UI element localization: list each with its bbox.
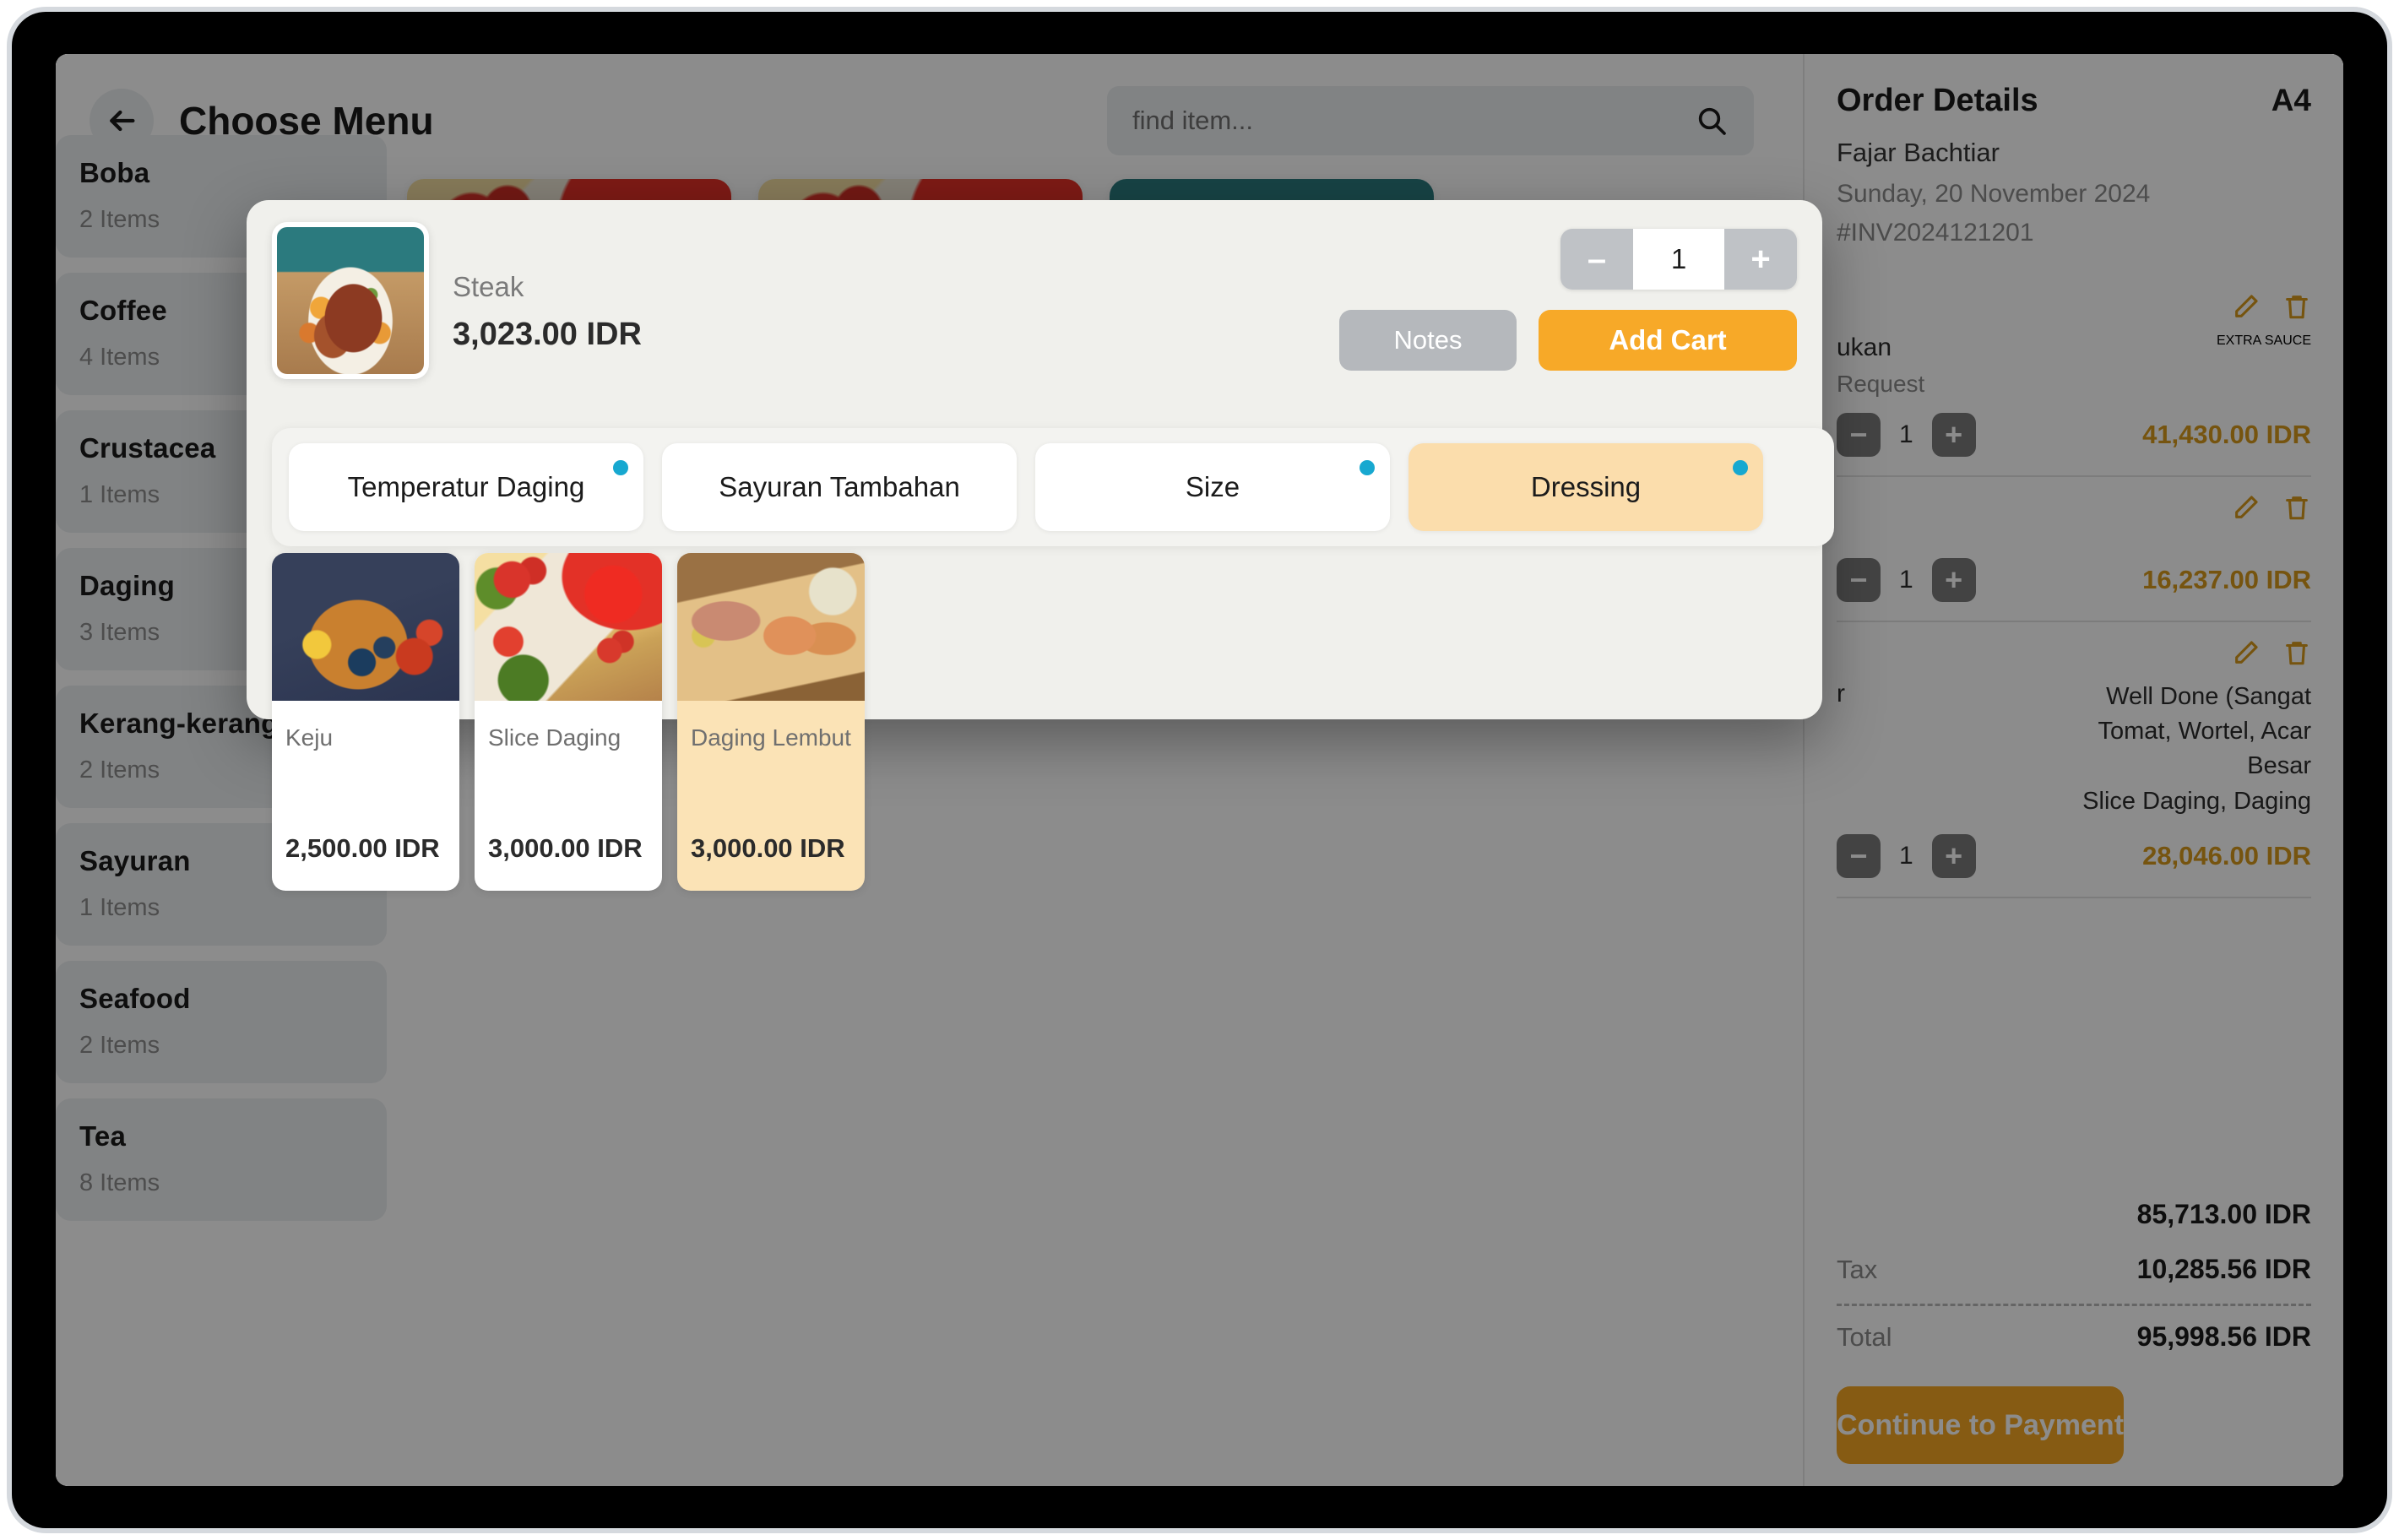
modal-item-info: Steak 3,023.00 IDR — [453, 222, 642, 353]
option-name: Daging Lembut — [691, 724, 851, 751]
option-image — [272, 553, 459, 701]
tab-dressing[interactable]: Dressing — [1408, 443, 1763, 531]
modal-action-buttons: Notes Add Cart — [1339, 310, 1797, 371]
modal-header-actions: – 1 + Notes Add Cart — [1339, 222, 1797, 371]
tab-indicator-dot — [613, 460, 628, 475]
tab-label: Temperatur Daging — [347, 471, 585, 502]
modal-header: Steak 3,023.00 IDR – 1 + Notes Add Cart — [272, 222, 1797, 379]
app-screen: Boba 2 Items Coffee 4 Items Crustacea 1 … — [56, 54, 2343, 1486]
option-cards-list: Keju 2,500.00 IDR Slice Daging 3,000.00 … — [272, 553, 865, 891]
add-cart-button[interactable]: Add Cart — [1539, 310, 1797, 371]
option-price: 3,000.00 IDR — [691, 833, 845, 863]
option-image — [677, 553, 865, 701]
item-options-modal: Steak 3,023.00 IDR – 1 + Notes Add Cart — [247, 200, 1834, 891]
option-card-keju[interactable]: Keju 2,500.00 IDR — [272, 553, 459, 891]
tablet-device-frame: Boba 2 Items Coffee 4 Items Crustacea 1 … — [7, 7, 2392, 1533]
option-name: Keju — [285, 724, 334, 751]
option-card-slice-daging[interactable]: Slice Daging 3,000.00 IDR — [475, 553, 662, 891]
tab-temperatur-daging[interactable]: Temperatur Daging — [289, 443, 643, 531]
tab-indicator-dot — [1733, 460, 1748, 475]
tab-size[interactable]: Size — [1035, 443, 1390, 531]
modal-item-price: 3,023.00 IDR — [453, 317, 642, 352]
option-price: 2,500.00 IDR — [285, 833, 440, 863]
tab-label: Size — [1185, 471, 1240, 502]
tab-indicator-dot — [1360, 460, 1375, 475]
option-price: 3,000.00 IDR — [488, 833, 643, 863]
tab-label: Sayuran Tambahan — [719, 471, 960, 502]
quantity-increase-button[interactable]: + — [1724, 229, 1797, 290]
tab-label: Dressing — [1530, 471, 1642, 502]
quantity-value[interactable]: 1 — [1633, 229, 1724, 290]
option-name: Slice Daging — [488, 724, 621, 751]
modal-item-thumbnail — [272, 222, 429, 379]
modal-item-name: Steak — [453, 271, 524, 302]
notes-button[interactable]: Notes — [1339, 310, 1517, 371]
quantity-stepper: – 1 + — [1560, 229, 1797, 290]
quantity-decrease-button[interactable]: – — [1560, 229, 1633, 290]
option-group-tabs: Temperatur Daging Sayuran Tambahan Size … — [272, 428, 1834, 546]
option-image — [475, 553, 662, 701]
option-card-daging-lembut[interactable]: Daging Lembut 3,000.00 IDR — [677, 553, 865, 891]
tab-sayuran-tambahan[interactable]: Sayuran Tambahan — [662, 443, 1017, 531]
device-bezel: Boba 2 Items Coffee 4 Items Crustacea 1 … — [12, 12, 2387, 1528]
